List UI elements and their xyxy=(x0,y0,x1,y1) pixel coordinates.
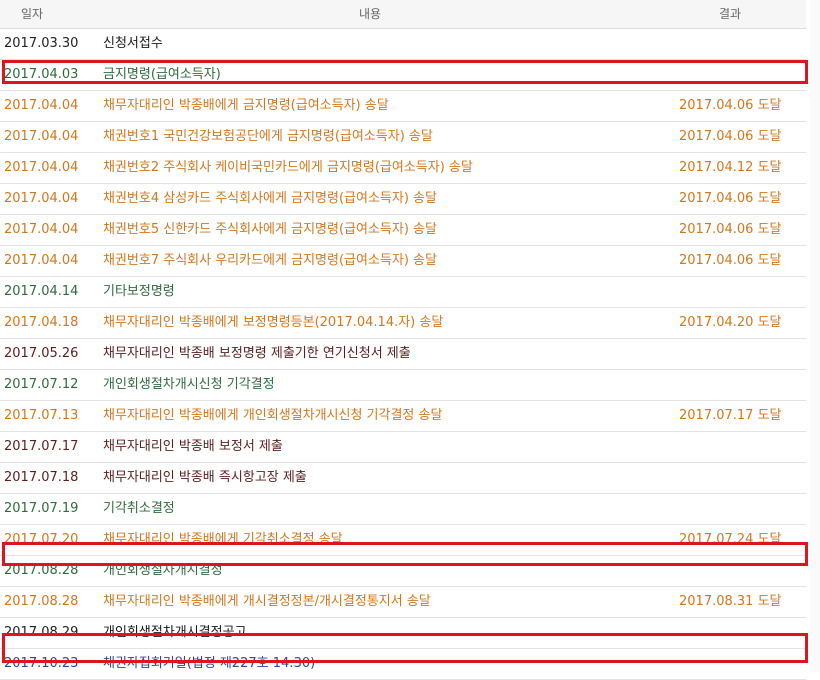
row-result: 2017.04.06 도달 xyxy=(679,191,782,206)
row-content: 채무자대리인 박종배 즉시항고장 제출 xyxy=(103,470,307,485)
row-content: 기각취소결정 xyxy=(103,501,175,516)
row-content: 채무자대리인 박종배 보정서 제출 xyxy=(103,439,283,454)
row-content: 채무자대리인 박종배 보정명령 제출기한 연기신청서 제출 xyxy=(103,346,411,361)
table-row: 2017.07.12 개인회생절차개시신청 기각결정 xyxy=(0,370,806,401)
header-date: 일자 xyxy=(20,7,44,21)
table-row: 2017.03.30 신청서접수 xyxy=(0,29,806,60)
row-content: 채권번호5 신한카드 주식회사에게 금지명령(급여소득자) 송달 xyxy=(103,222,437,237)
row-content: 신청서접수 xyxy=(103,36,163,51)
table-row: 2017.07.13 채무자대리인 박종배에게 개인회생절차개시신청 기각결정 … xyxy=(0,401,806,432)
row-date: 2017.04.04 xyxy=(4,253,79,268)
row-date: 2017.07.18 xyxy=(4,470,79,485)
row-date: 2017.04.04 xyxy=(4,129,79,144)
row-content: 채권번호7 주식회사 우리카드에게 금지명령(급여소득자) 송달 xyxy=(103,253,437,268)
table-row: 2017.05.26 채무자대리인 박종배 보정명령 제출기한 연기신청서 제출 xyxy=(0,339,806,370)
row-result: 2017.07.17 도달 xyxy=(679,408,782,423)
table-row: 2017.04.04 채권번호2 주식회사 케이비국민카드에게 금지명령(급여소… xyxy=(0,153,806,184)
scrollbar[interactable] xyxy=(810,0,820,672)
row-date: 2017.07.19 xyxy=(4,501,79,516)
row-result: 2017.04.06 도달 xyxy=(679,222,782,237)
table-row: 2017.04.04 채권번호5 신한카드 주식회사에게 금지명령(급여소득자)… xyxy=(0,215,806,246)
table-row: 2017.07.17 채무자대리인 박종배 보정서 제출 xyxy=(0,432,806,463)
table-row: 2017.04.04 채권번호4 삼성카드 주식회사에게 금지명령(급여소득자)… xyxy=(0,184,806,215)
row-content: 채무자대리인 박종배에게 보정명령등본(2017.04.14.자) 송달 xyxy=(103,315,444,330)
case-history-table: 일자 내용 결과 2017.03.30 신청서접수 2017.04.03 금지명… xyxy=(0,0,806,680)
row-result: 2017.04.12 도달 xyxy=(679,160,782,175)
row-date: 2017.07.13 xyxy=(4,408,79,423)
row-date: 2017.04.18 xyxy=(4,315,79,330)
highlight-box xyxy=(2,542,808,566)
table-row: 2017.04.14 기타보정명령 xyxy=(0,277,806,308)
row-date: 2017.07.12 xyxy=(4,377,79,392)
row-result: 2017.08.31 도달 xyxy=(679,594,782,609)
row-date: 2017.07.17 xyxy=(4,439,79,454)
header-result: 결과 xyxy=(718,7,742,21)
row-date: 2017.04.04 xyxy=(4,160,79,175)
row-content: 채권번호2 주식회사 케이비국민카드에게 금지명령(급여소득자) 송달 xyxy=(103,160,473,175)
row-content: 개인회생절차개시신청 기각결정 xyxy=(103,377,275,392)
row-content: 채권번호4 삼성카드 주식회사에게 금지명령(급여소득자) 송달 xyxy=(103,191,437,206)
row-result: 2017.04.06 도달 xyxy=(679,98,782,113)
row-result: 2017.04.06 도달 xyxy=(679,253,782,268)
row-content: 기타보정명령 xyxy=(103,284,175,299)
row-date: 2017.04.04 xyxy=(4,222,79,237)
row-content: 채무자대리인 박종배에게 금지명령(급여소득자) 송달 xyxy=(103,98,389,113)
highlight-box xyxy=(2,60,808,84)
header-content: 내용 xyxy=(358,7,382,21)
table-row: 2017.04.04 채권번호7 주식회사 우리카드에게 금지명령(급여소득자)… xyxy=(0,246,806,277)
table-row: 2017.04.04 채권번호1 국민건강보험공단에게 금지명령(급여소득자) … xyxy=(0,122,806,153)
row-date: 2017.03.30 xyxy=(4,36,79,51)
table-row: 2017.07.19 기각취소결정 xyxy=(0,494,806,525)
row-content: 채무자대리인 박종배에게 개인회생절차개시신청 기각결정 송달 xyxy=(103,408,443,423)
row-date: 2017.04.14 xyxy=(4,284,79,299)
table-row: 2017.04.18 채무자대리인 박종배에게 보정명령등본(2017.04.1… xyxy=(0,308,806,339)
table-row: 2017.07.18 채무자대리인 박종배 즉시항고장 제출 xyxy=(0,463,806,494)
row-content: 채무자대리인 박종배에게 개시결정정본/개시결정통지서 송달 xyxy=(103,594,431,609)
row-result: 2017.04.20 도달 xyxy=(679,315,782,330)
highlight-box xyxy=(2,633,808,663)
row-date: 2017.08.28 xyxy=(4,594,79,609)
table-header: 일자 내용 결과 xyxy=(0,0,806,29)
row-content: 채권번호1 국민건강보험공단에게 금지명령(급여소득자) 송달 xyxy=(103,129,433,144)
row-date: 2017.05.26 xyxy=(4,346,79,361)
table-row: 2017.04.04 채무자대리인 박종배에게 금지명령(급여소득자) 송달 2… xyxy=(0,91,806,122)
row-date: 2017.04.04 xyxy=(4,98,79,113)
row-result: 2017.04.06 도달 xyxy=(679,129,782,144)
table-row: 2017.08.28 채무자대리인 박종배에게 개시결정정본/개시결정통지서 송… xyxy=(0,587,806,618)
row-date: 2017.04.04 xyxy=(4,191,79,206)
